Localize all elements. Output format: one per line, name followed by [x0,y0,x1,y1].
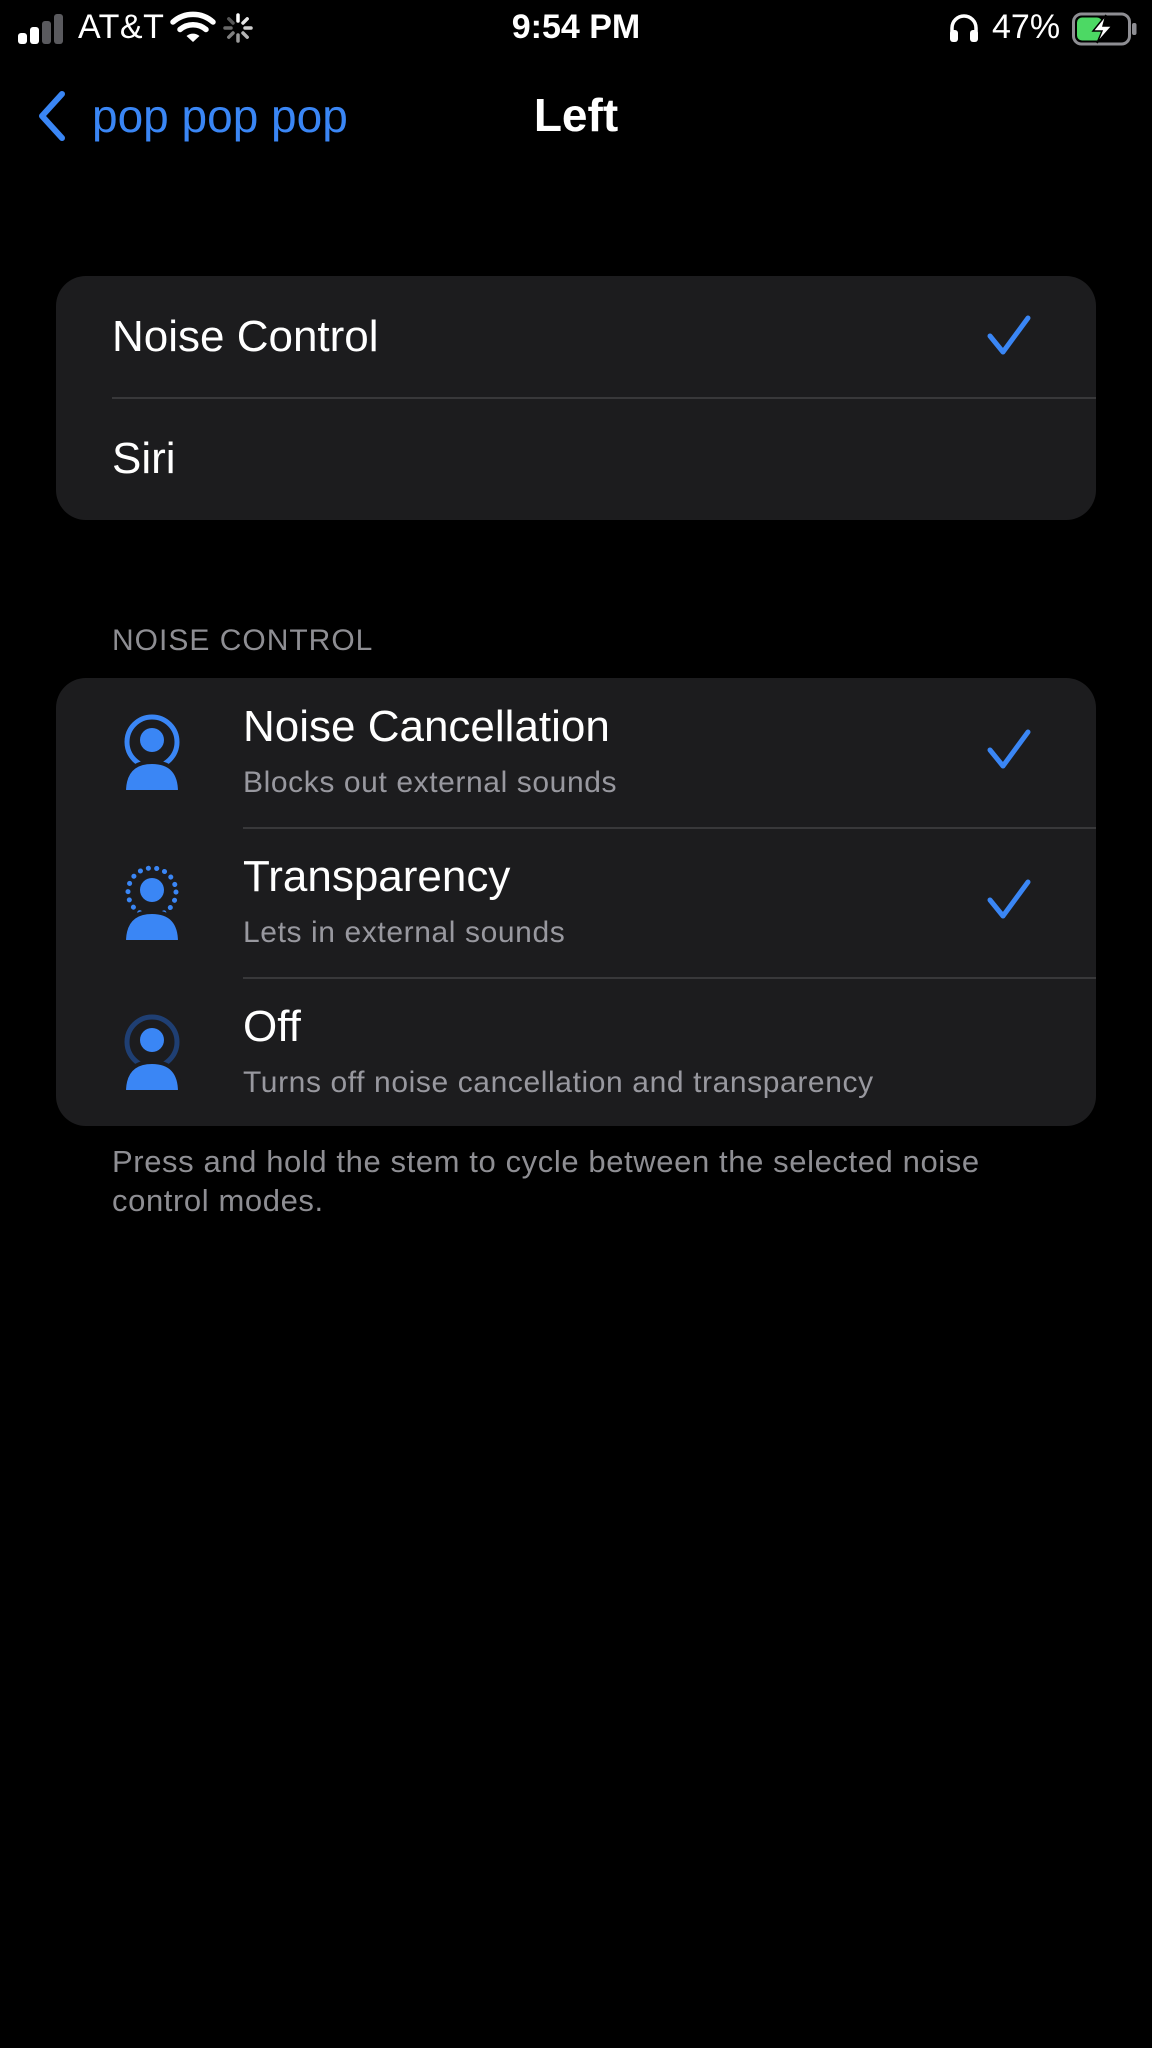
mode-subtitle: Blocks out external sounds [243,766,618,799]
mode-transparency[interactable]: Transparency Lets in external sounds [56,828,1096,978]
option-noise-control[interactable]: Noise Control [56,276,1096,398]
battery-charging-icon [1072,12,1137,46]
checkmark-icon [987,315,1031,355]
mode-title: Off [243,1002,301,1051]
status-bar: AT&T 9:54 PM 47% [0,0,1152,58]
section-footer-note: Press and hold the stem to cycle between… [112,1144,980,1218]
mode-noise-cancellation[interactable]: Noise Cancellation Blocks out external s… [56,678,1096,828]
mode-title: Noise Cancellation [243,702,610,751]
checkmark-icon [987,879,1031,919]
mode-subtitle: Turns off noise cancellation and transpa… [243,1066,874,1099]
noise-control-off-icon [121,1014,183,1092]
press-action-list: Noise Control Siri [56,276,1096,520]
battery-percentage: 47% [992,8,1061,46]
transparency-icon [121,865,183,942]
noise-control-modes-list: Noise Cancellation Blocks out external s… [56,678,1096,1126]
option-label: Siri [112,434,176,483]
mode-title: Transparency [243,852,511,901]
noise-cancellation-icon [121,714,183,792]
headphones-icon [950,14,978,42]
mode-subtitle: Lets in external sounds [243,916,566,949]
option-siri[interactable]: Siri [56,398,1096,520]
option-label: Noise Control [112,312,379,361]
mode-off[interactable]: Off Turns off noise cancellation and tra… [56,978,1096,1126]
page-title: Left [533,89,619,141]
checkmark-icon [987,729,1031,769]
section-header-noise-control: NOISE CONTROL [112,624,374,657]
